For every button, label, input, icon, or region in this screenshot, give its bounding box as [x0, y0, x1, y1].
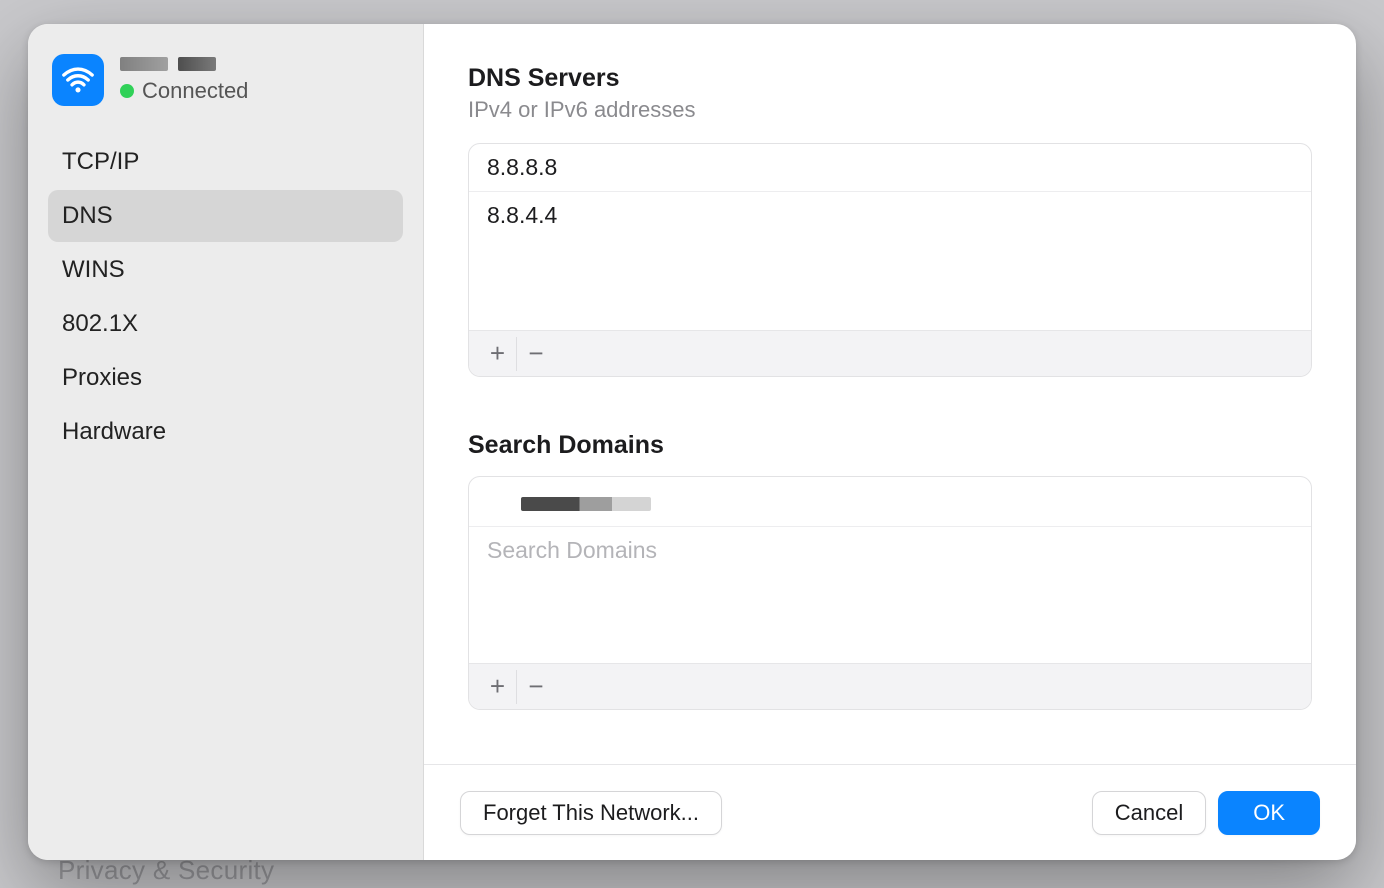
sidebar-item-proxies[interactable]: Proxies [48, 352, 403, 404]
remove-dns-server-button[interactable]: − [517, 337, 555, 371]
search-domains-list[interactable]: Search Domains + − [468, 476, 1312, 710]
connection-name [120, 56, 248, 72]
cancel-button[interactable]: Cancel [1092, 791, 1206, 835]
connection-status: Connected [120, 78, 248, 104]
search-domain-placeholder-row[interactable]: Search Domains [469, 527, 1311, 574]
dns-servers-title: DNS Servers [468, 64, 1312, 93]
dns-server-row[interactable]: 8.8.8.8 [469, 144, 1311, 192]
sidebar-nav: TCP/IP DNS WINS 802.1X Proxies Hardware [48, 136, 403, 458]
add-dns-server-button[interactable]: + [479, 337, 517, 371]
network-advanced-dialog: Connected TCP/IP DNS WINS 802.1X Proxies… [28, 24, 1356, 860]
forget-network-button[interactable]: Forget This Network... [460, 791, 722, 835]
dns-server-row[interactable]: 8.8.4.4 [469, 192, 1311, 239]
dns-servers-body[interactable]: 8.8.8.8 8.8.4.4 [469, 144, 1311, 330]
content-pane: DNS Servers IPv4 or IPv6 addresses 8.8.8… [424, 24, 1356, 860]
dialog-action-bar: Forget This Network... Cancel OK [424, 764, 1356, 860]
sidebar-item-wins[interactable]: WINS [48, 244, 403, 296]
plus-icon: + [490, 338, 505, 369]
sidebar-item-tcpip[interactable]: TCP/IP [48, 136, 403, 188]
connection-header: Connected [48, 48, 403, 126]
search-domain-row[interactable] [469, 477, 1311, 527]
add-search-domain-button[interactable]: + [479, 670, 517, 704]
wifi-icon [52, 54, 104, 106]
connection-meta: Connected [120, 56, 248, 104]
dns-servers-subtitle: IPv4 or IPv6 addresses [468, 97, 1312, 123]
sidebar-item-hardware[interactable]: Hardware [48, 406, 403, 458]
search-domains-title: Search Domains [468, 431, 1312, 460]
status-dot-icon [120, 84, 134, 98]
search-domains-footer: + − [469, 663, 1311, 709]
dns-servers-list[interactable]: 8.8.8.8 8.8.4.4 + − [468, 143, 1312, 377]
minus-icon: − [528, 338, 543, 369]
search-domains-body[interactable]: Search Domains [469, 477, 1311, 663]
sidebar-item-8021x[interactable]: 802.1X [48, 298, 403, 350]
dns-servers-footer: + − [469, 330, 1311, 376]
remove-search-domain-button[interactable]: − [517, 670, 555, 704]
ok-button[interactable]: OK [1218, 791, 1320, 835]
sidebar-item-dns[interactable]: DNS [48, 190, 403, 242]
minus-icon: − [528, 671, 543, 702]
connection-status-label: Connected [142, 78, 248, 104]
sidebar: Connected TCP/IP DNS WINS 802.1X Proxies… [28, 24, 424, 860]
plus-icon: + [490, 671, 505, 702]
